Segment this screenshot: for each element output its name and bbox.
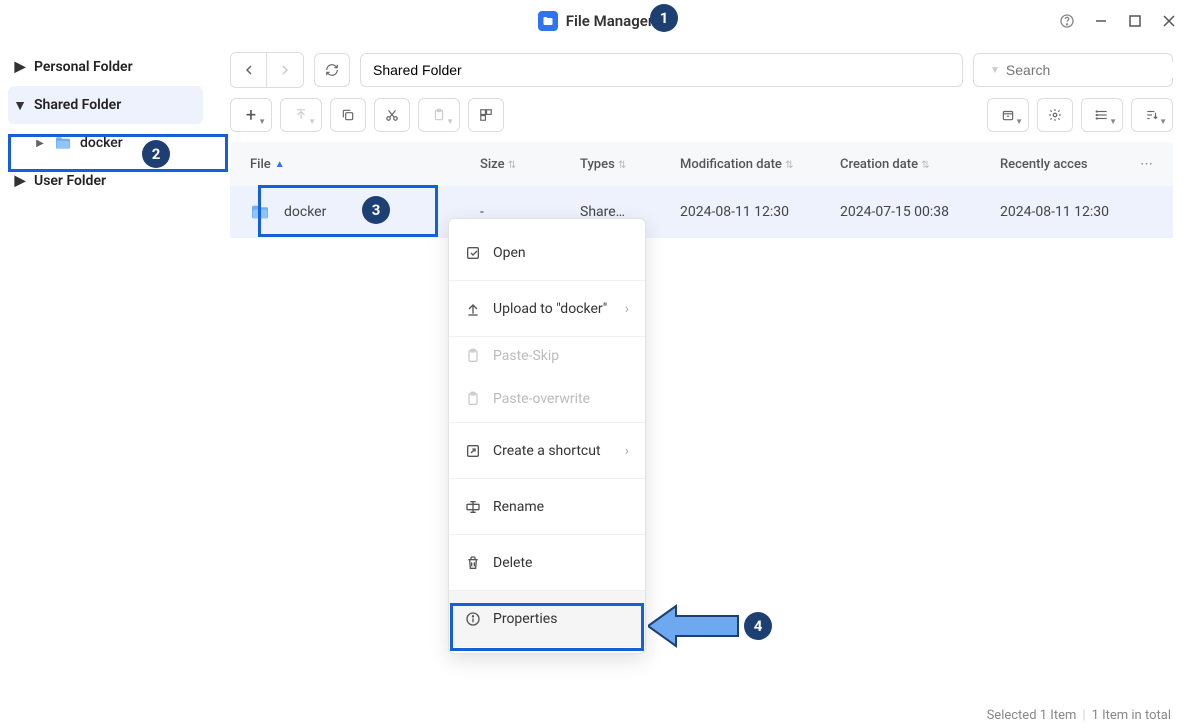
sidebar-label: docker <box>80 135 123 151</box>
chevron-right-icon: › <box>625 443 629 459</box>
rename-icon <box>465 499 481 515</box>
maximize-button[interactable] <box>1127 13 1143 29</box>
ctx-paste-over: Paste-overwrite <box>449 375 645 423</box>
delete-icon <box>465 555 481 571</box>
statusbar: Selected 1 Item | 1 Item in total <box>987 702 1171 728</box>
settings-button[interactable] <box>1037 98 1073 132</box>
help-button[interactable] <box>1059 13 1075 29</box>
context-menu: Open Upload to "docker" › Paste-Skip Pas… <box>448 218 646 654</box>
paste-icon <box>465 391 481 407</box>
upload-icon <box>465 301 481 317</box>
sidebar-item-user[interactable]: ▶ User Folder <box>0 162 211 200</box>
forward-button[interactable] <box>267 53 303 87</box>
cut-button[interactable] <box>374 98 410 132</box>
chevron-right-icon: › <box>625 301 629 317</box>
annotation-badge-2: 2 <box>142 140 170 168</box>
ctx-rename[interactable]: Rename <box>449 479 645 535</box>
file-name: docker <box>284 204 326 220</box>
chevron-right-icon: ▶ <box>14 175 26 187</box>
annotation-badge-1: 1 <box>650 4 678 32</box>
folder-icon <box>250 204 270 220</box>
search-box[interactable]: ▼ <box>973 53 1173 87</box>
status-selected: Selected 1 Item <box>987 708 1077 723</box>
multi-button[interactable] <box>468 98 504 132</box>
search-input[interactable] <box>1006 62 1187 78</box>
table-header: File ▲ Size ⇅ Types ⇅ Modification date … <box>230 142 1173 186</box>
breadcrumb-input[interactable] <box>360 53 963 87</box>
back-button[interactable] <box>231 53 267 87</box>
paste-icon <box>465 348 481 364</box>
col-header-recent[interactable]: Recently acces <box>1000 157 1140 172</box>
annotation-badge-4: 4 <box>744 612 772 640</box>
status-total: 1 Item in total <box>1092 708 1171 723</box>
chevron-right-icon: ▶ <box>14 61 26 73</box>
chevron-down-icon: ▼ <box>14 99 26 111</box>
paste-button[interactable]: ▼ <box>418 98 460 132</box>
copy-button[interactable] <box>330 98 366 132</box>
ctx-open[interactable]: Open <box>449 225 645 281</box>
annotation-badge-3: 3 <box>362 196 390 224</box>
sidebar: ▶ Personal Folder ▼ Shared Folder ▶ dock… <box>0 42 212 702</box>
app-icon <box>538 11 558 31</box>
close-button[interactable] <box>1161 13 1177 29</box>
cell-recent: 2024-08-11 12:30 <box>1000 204 1140 220</box>
col-header-size[interactable]: Size ⇅ <box>480 157 580 172</box>
archive-button[interactable]: ▼ <box>987 98 1029 132</box>
ctx-properties[interactable]: Properties <box>449 591 645 647</box>
sidebar-label: Personal Folder <box>34 59 133 75</box>
view-button[interactable]: ▼ <box>1081 98 1123 132</box>
col-header-file[interactable]: File ▲ <box>250 157 480 172</box>
more-columns-icon[interactable]: ⋯ <box>1140 157 1153 172</box>
shortcut-icon <box>465 443 481 459</box>
col-header-mod[interactable]: Modification date ⇅ <box>680 157 840 172</box>
ctx-delete[interactable]: Delete <box>449 535 645 591</box>
sidebar-label: User Folder <box>34 173 106 189</box>
upload-button[interactable]: ▼ <box>280 98 322 132</box>
sidebar-label: Shared Folder <box>34 97 121 113</box>
sidebar-item-shared[interactable]: ▼ Shared Folder <box>8 86 203 124</box>
folder-icon <box>54 136 72 150</box>
sidebar-item-personal[interactable]: ▶ Personal Folder <box>0 48 211 86</box>
annotation-arrow <box>648 598 748 654</box>
chevron-right-icon: ▶ <box>34 137 46 149</box>
ctx-upload[interactable]: Upload to "docker" › <box>449 281 645 337</box>
refresh-button[interactable] <box>314 53 350 87</box>
titlebar: File Manager <box>0 0 1191 42</box>
ctx-shortcut[interactable]: Create a shortcut › <box>449 423 645 479</box>
ctx-paste-skip: Paste-Skip <box>449 337 645 375</box>
add-button[interactable]: +▼ <box>230 98 272 132</box>
open-icon <box>465 245 481 261</box>
sidebar-item-docker[interactable]: ▶ docker <box>0 124 211 162</box>
col-header-create[interactable]: Creation date ⇅ <box>840 157 1000 172</box>
app-title: File Manager <box>566 12 653 30</box>
cell-create: 2024-07-15 00:38 <box>840 204 1000 220</box>
chevron-down-icon: ▼ <box>990 65 1000 76</box>
minimize-button[interactable] <box>1093 13 1109 29</box>
sort-button[interactable]: ▼ <box>1131 98 1173 132</box>
col-header-types[interactable]: Types ⇅ <box>580 157 680 172</box>
info-icon <box>465 611 481 627</box>
cell-mod: 2024-08-11 12:30 <box>680 204 840 220</box>
